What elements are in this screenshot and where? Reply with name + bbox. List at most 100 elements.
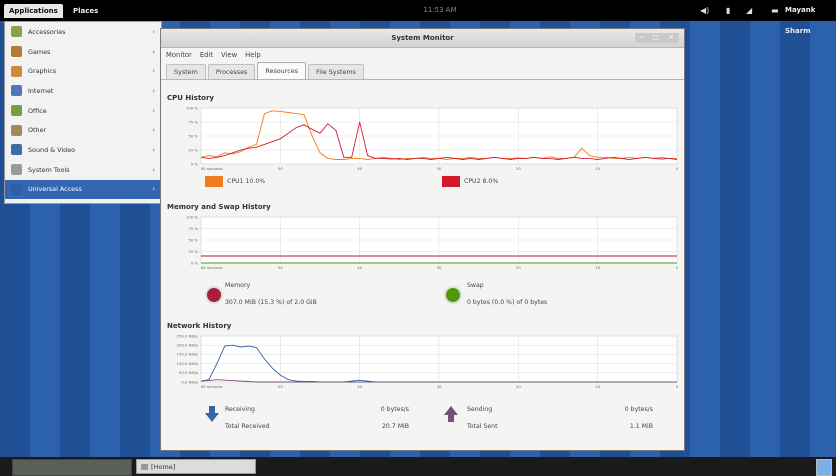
show-desktop-button[interactable] (12, 459, 132, 476)
network-y-tick: 0.0 KiB/s (181, 379, 198, 384)
network-x-tick: 50 (278, 384, 283, 389)
volume-icon[interactable]: ◀) (700, 0, 709, 21)
games-icon (11, 46, 22, 58)
receiving-label: Receiving (225, 406, 255, 413)
memory-value: 307.0 MiB (15.3 %) of 2.0 GiB (225, 299, 317, 306)
menu-item-office[interactable]: Office › (5, 101, 161, 121)
network-x-tick: 0 (676, 384, 679, 389)
taskbar-home-label: [Home] (151, 463, 176, 471)
memory-swap-graph: 100 % 75 % 50 % 25 % 0 %60 seconds 50 40 30 20 10… (186, 214, 679, 270)
menu-item-label: Office (28, 106, 47, 115)
window-title: System Monitor (391, 34, 454, 42)
network-x-tick: 20 (516, 384, 521, 389)
cpu-history-title: CPU History (167, 94, 214, 102)
tab-processes[interactable]: Processes (207, 64, 256, 79)
maximize-icon[interactable]: □ (653, 29, 659, 47)
cpu-x-tick: 20 (516, 166, 521, 171)
network-x-tick: 10 (595, 384, 600, 389)
memory-y-tick: 100 % (186, 214, 198, 219)
tab-file-systems[interactable]: File Systems (308, 64, 364, 79)
universal-access-icon (11, 183, 22, 195)
menu-item-universal-access[interactable]: Universal Access › (5, 179, 161, 200)
menu-item-label: Internet (28, 86, 54, 95)
menu-item-label: Other (28, 126, 47, 135)
chevron-right-icon: › (152, 185, 155, 194)
window-controls: – □ ✕ (635, 33, 679, 43)
system-tools-icon (11, 164, 22, 176)
window-titlebar[interactable]: System Monitor – □ ✕ (161, 29, 684, 48)
chevron-right-icon: › (152, 67, 155, 76)
cpu-x-tick: 60 seconds (201, 166, 223, 171)
places-menu-button[interactable]: Places (68, 4, 103, 18)
cpu-y-tick: 50 % (188, 133, 198, 138)
chevron-right-icon: › (152, 47, 155, 56)
workspace-switcher[interactable] (816, 459, 832, 476)
menu-item-sound-video[interactable]: Sound & Video › (5, 140, 161, 160)
cpu2-color-swatch[interactable] (442, 176, 460, 187)
tab-resources[interactable]: Resources (257, 62, 306, 79)
cpu-x-tick: 30 (437, 166, 442, 171)
top-panel: Applications Places 11:53 AM ◀) ▮ ◢ ▬ Ma… (0, 0, 836, 35)
tab-bar: System Processes Resources File Systems (161, 62, 684, 80)
network-y-tick: 150.0 KiB/s (177, 352, 199, 357)
menu-view[interactable]: View (221, 51, 237, 59)
bottom-panel: [Home] (0, 457, 836, 476)
menu-item-label: System Tools (28, 165, 70, 174)
chevron-right-icon: › (152, 165, 155, 174)
graphics-icon (11, 65, 22, 77)
cpu-history-graph: 100 % 75 % 50 % 25 % 0 %60 seconds 50 40 30 20 10… (186, 105, 679, 171)
menu-item-accessories[interactable]: Accessories › (5, 22, 161, 42)
total-sent-value: 1.1 MiB (629, 423, 653, 430)
menu-item-graphics[interactable]: Graphics › (5, 61, 161, 81)
user-name[interactable]: Mayank Sharm (785, 0, 836, 42)
memory-y-tick: 0 % (191, 260, 199, 265)
other-icon (11, 124, 22, 136)
total-received-value: 20.7 MiB (381, 423, 409, 430)
memory-y-tick: 50 % (188, 237, 198, 242)
applications-menu-button[interactable]: Applications (4, 4, 63, 18)
minimize-icon[interactable]: – (640, 29, 643, 47)
close-icon[interactable]: ✕ (669, 29, 674, 47)
swap-pie-icon[interactable] (444, 286, 462, 304)
network-x-tick: 40 (357, 384, 362, 389)
menu-item-label: Universal Access (28, 185, 82, 194)
menu-item-label: Games (28, 47, 51, 56)
menu-edit[interactable]: Edit (200, 51, 213, 59)
receiving-value: 0 bytes/s (380, 406, 409, 413)
sending-icon[interactable] (444, 406, 458, 422)
cpu1-label: CPU1 10.0% (227, 178, 266, 185)
menu-item-internet[interactable]: Internet › (5, 81, 161, 101)
battery-icon[interactable]: ▮ (726, 0, 730, 21)
memory-x-tick: 20 (516, 265, 521, 270)
memory-x-tick: 60 seconds (201, 265, 223, 270)
user-icon[interactable]: ▬ (771, 0, 779, 21)
memory-x-tick: 30 (437, 265, 442, 270)
menu-item-system-tools[interactable]: System Tools › (5, 160, 161, 180)
network-x-tick: 30 (437, 384, 442, 389)
memory-x-tick: 50 (278, 265, 283, 270)
receiving-icon[interactable] (205, 406, 219, 422)
cpu-y-tick: 100 % (186, 105, 198, 110)
memory-pie-icon[interactable] (205, 286, 223, 304)
sending-value: 0 bytes/s (624, 406, 653, 413)
resources-panel: CPU History 100 % 75 % 50 % 25 % 0 % 60 secon… (161, 79, 684, 450)
chevron-right-icon: › (152, 106, 155, 115)
menu-item-other[interactable]: Other › (5, 120, 161, 140)
menu-help[interactable]: Help (245, 51, 261, 59)
cpu-y-tick: 75 % (188, 119, 198, 124)
menu-item-label: Accessories (28, 27, 66, 36)
cpu1-color-swatch[interactable] (205, 176, 223, 187)
tab-system[interactable]: System (166, 64, 206, 79)
applications-dropdown: Accessories › Games › Graphics › Internet › Offi… (4, 21, 162, 204)
menu-item-games[interactable]: Games › (5, 42, 161, 62)
clock[interactable]: 11:53 AM (400, 0, 480, 21)
cpu-x-tick: 0 (676, 166, 679, 171)
menu-monitor[interactable]: Monitor (166, 51, 192, 59)
internet-icon (11, 85, 22, 97)
menu-item-label: Sound & Video (28, 145, 76, 154)
taskbar-home-window[interactable]: [Home] (136, 459, 256, 474)
network-signal-icon[interactable]: ◢ (746, 0, 752, 21)
cpu-x-tick: 50 (278, 166, 283, 171)
chevron-right-icon: › (152, 27, 155, 36)
memory-x-tick: 40 (357, 265, 362, 270)
